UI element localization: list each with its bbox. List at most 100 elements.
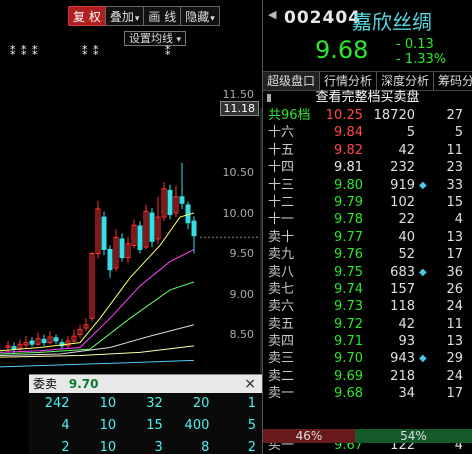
order-book-row[interactable]: 十五 9.82 42 11 xyxy=(263,142,472,159)
draw-line-button[interactable]: 画 线 xyxy=(143,6,181,26)
buy-ratio: 46% xyxy=(263,429,355,443)
level-price: 9.84 xyxy=(334,125,363,141)
order-book-row[interactable]: 卖三 9.70 943 ◆ 29 xyxy=(263,350,472,367)
level-volume: 22 xyxy=(398,212,415,228)
bid-row-partial[interactable]: 买一 9.67 122 4 xyxy=(263,443,472,454)
level-volume: 683 xyxy=(390,264,415,280)
kline-chart-panel[interactable]: 复 权 叠加▾ 画 线 隐藏▾ 设置均线 ▾ ⁑ ⁑ ⁑ ⁑ ⁑ ⁑ 11.50… xyxy=(0,0,263,454)
candle-body xyxy=(137,225,143,250)
level-volume: 102 xyxy=(390,194,415,210)
ma20-line xyxy=(0,281,195,355)
level-volume: 218 xyxy=(390,368,415,384)
big-order-diamond-icon: ◆ xyxy=(419,353,427,365)
level-price: 9.80 xyxy=(334,177,363,193)
order-book-row[interactable]: 卖八 9.75 683 ◆ 36 xyxy=(263,264,472,281)
order-book-row[interactable]: 卖六 9.73 118 24 xyxy=(263,298,472,315)
candle-body xyxy=(29,340,35,345)
popup-cell: 5 xyxy=(247,418,256,433)
tab-market-analysis[interactable]: 行情分析 xyxy=(320,72,378,90)
quote-panel: ◀ 002404 嘉欣丝绸 9.68 - 0.13 - 1.33% 超级盘口 行… xyxy=(263,0,472,454)
ma-setting-dropdown[interactable]: 设置均线 ▾ xyxy=(124,31,187,46)
popup-cell: 2 xyxy=(61,440,70,454)
level-count: 17 xyxy=(446,247,463,263)
level-label: 十三 xyxy=(268,177,295,193)
event-markers[interactable]: ⁑ ⁑ xyxy=(82,45,100,58)
level-volume: 943 xyxy=(390,351,415,367)
level-volume: 40 xyxy=(398,229,415,245)
event-markers[interactable]: ⁑ xyxy=(165,45,172,58)
hide-button[interactable]: 隐藏▾ xyxy=(180,6,220,26)
tab-chip-distribution[interactable]: 筹码分 xyxy=(434,72,472,90)
popup-header: 委卖 9.70 × xyxy=(29,375,262,393)
level-count: 23 xyxy=(446,160,463,176)
last-price: 9.68 xyxy=(315,36,369,64)
level-price: 9.75 xyxy=(334,264,363,280)
level-label: 卖九 xyxy=(268,247,295,263)
order-book-row[interactable]: 卖五 9.72 42 11 xyxy=(263,316,472,333)
collapse-arrow-icon[interactable]: ◀ xyxy=(268,9,276,20)
event-markers[interactable]: ⁑ ⁑ ⁑ xyxy=(10,45,39,58)
sell-ratio: 54% xyxy=(355,429,472,443)
level-price: 9.72 xyxy=(334,316,363,332)
draw-line-label: 画 线 xyxy=(148,10,177,24)
level-volume: 232 xyxy=(390,160,415,176)
level-price: 9.70 xyxy=(334,351,363,367)
overlay-button[interactable]: 叠加▾ xyxy=(104,6,144,26)
candle-body xyxy=(11,346,17,350)
level-label: 卖三 xyxy=(268,351,295,367)
order-book-row[interactable]: 十四 9.81 232 23 xyxy=(263,159,472,176)
change-value: - 0.13 xyxy=(396,37,434,52)
level-count: 15 xyxy=(446,194,463,210)
level-price: 9.77 xyxy=(334,229,363,245)
order-book-row[interactable]: 卖一 9.68 34 17 xyxy=(263,385,472,402)
chevron-down-icon: ▾ xyxy=(176,35,182,45)
stock-code: 002404 xyxy=(284,8,361,28)
popup-title: 委卖 xyxy=(33,377,58,391)
level-label: 买一 xyxy=(268,443,295,453)
level-price: 9.78 xyxy=(334,212,363,228)
tab-super-order-book[interactable]: 超级盘口 xyxy=(263,72,321,90)
stock-name[interactable]: 嘉欣丝绸 xyxy=(352,6,432,35)
level-label: 十五 xyxy=(268,142,295,158)
candle-body xyxy=(101,216,107,250)
order-book: 共96档 10.25 18720 27 十六 9.84 5 5 十五 9.82 42 11 十四… xyxy=(263,107,472,403)
candle-body xyxy=(107,248,113,271)
view-full-book-link[interactable]: 查看完整档买卖盘 xyxy=(263,89,472,107)
level-volume: 34 xyxy=(398,386,415,402)
tab-depth-analysis[interactable]: 深度分析 xyxy=(377,72,435,90)
level-price: 9.76 xyxy=(334,247,363,263)
popup-cell: 8 xyxy=(201,440,210,454)
order-book-row[interactable]: 卖十 9.77 40 13 xyxy=(263,229,472,246)
order-book-row[interactable]: 十六 9.84 5 5 xyxy=(263,124,472,141)
order-book-row[interactable]: 卖七 9.74 157 26 xyxy=(263,281,472,298)
order-book-row[interactable]: 十一 9.78 22 4 xyxy=(263,211,472,228)
order-book-row[interactable]: 卖二 9.69 218 24 xyxy=(263,368,472,385)
level-price: 9.74 xyxy=(334,281,363,297)
popup-cell: 20 xyxy=(192,396,210,411)
level-volume: 93 xyxy=(398,334,415,350)
order-book-row[interactable]: 十二 9.79 102 15 xyxy=(263,194,472,211)
popup-cell: 2 xyxy=(247,440,256,454)
fuquan-button[interactable]: 复 权 xyxy=(68,6,105,26)
order-book-row[interactable]: 十三 9.80 919 ◆ 33 xyxy=(263,177,472,194)
level-volume: 5 xyxy=(406,125,415,141)
level-count: 33 xyxy=(446,177,463,193)
popup-cell: 242 xyxy=(44,396,70,411)
order-book-total-row[interactable]: 共96档 10.25 18720 27 xyxy=(263,107,472,124)
order-book-row[interactable]: 卖四 9.71 93 13 xyxy=(263,333,472,350)
fuquan-label: 复 权 xyxy=(73,10,101,24)
quote-header: ◀ 002404 嘉欣丝绸 9.68 - 0.13 - 1.33% xyxy=(263,0,472,70)
close-icon[interactable]: × xyxy=(244,375,256,393)
change-percent: - 1.33% xyxy=(396,52,447,67)
popup-price: 9.70 xyxy=(68,377,99,391)
level-volume: 42 xyxy=(398,142,415,158)
level-count: 11 xyxy=(446,316,463,332)
level-count: 5 xyxy=(454,125,463,141)
level-volume: 919 xyxy=(390,177,415,193)
order-book-row[interactable]: 卖九 9.76 52 17 xyxy=(263,246,472,263)
ma5-line xyxy=(0,212,195,352)
level-volume: 42 xyxy=(398,316,415,332)
level-label: 卖一 xyxy=(268,386,295,402)
overlay-label: 叠加 xyxy=(109,10,134,24)
level-count: 4 xyxy=(454,443,463,453)
